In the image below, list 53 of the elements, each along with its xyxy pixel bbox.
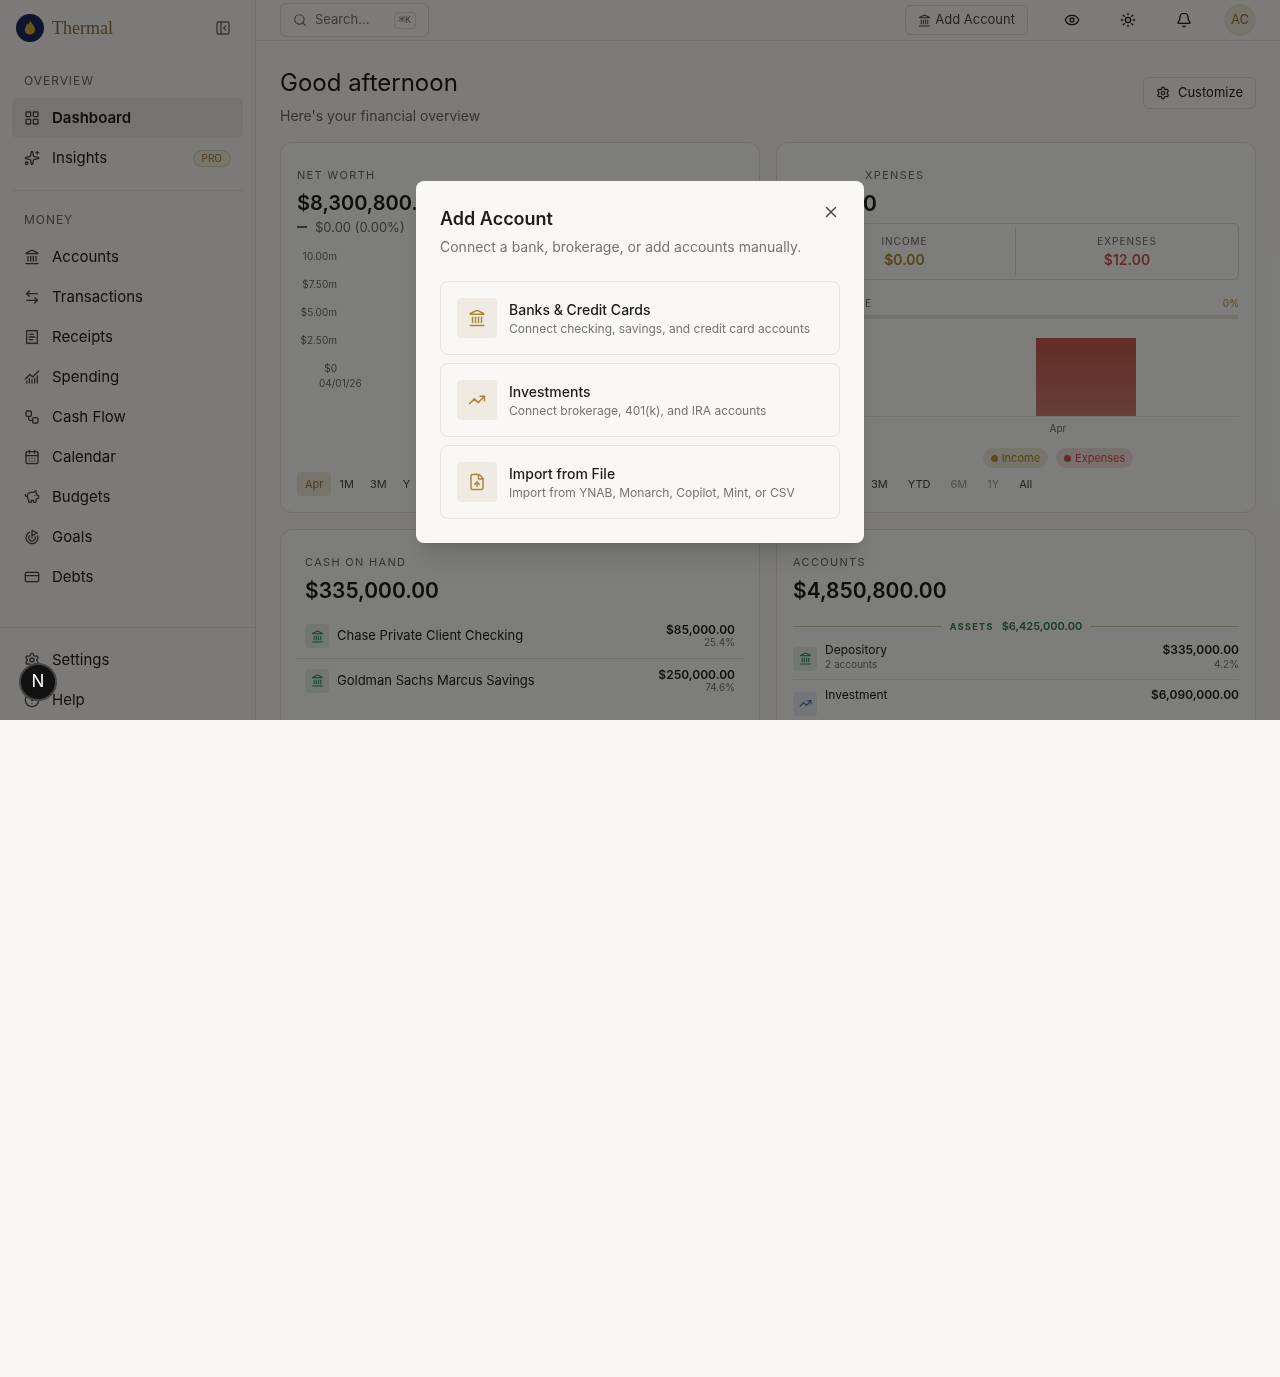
axis-label: $2.50m [300,333,337,348]
account-amount: $250,000.00 [658,668,735,681]
section-title: MONEY [23,211,75,229]
axis-label: $7.50m [302,277,337,292]
account-type: Investment [825,687,888,702]
section-title: OVERVIEW [23,72,95,90]
account-name: Chase Private Client Checking [337,626,524,646]
net-worth-value: $8,300,800. [297,189,418,217]
page-subtitle: Here's your financial overview [280,106,481,126]
option-title: Banks & Credit Cards [509,299,652,320]
card-label: ACCOUNTS [793,554,867,571]
account-amount: $6,090,000.00 [1151,687,1239,702]
expenses-label: EXPENSES [1097,233,1157,249]
account-share: 25.4% [703,636,735,648]
shortcut-key: ⌘K [393,11,416,29]
brand-name: Thermal [52,16,113,40]
option-description: Import from YNAB, Monarch, Copilot, Mint, or CSV [509,483,795,502]
card-label: NET WORTH [297,167,377,184]
option-title: Import from File [509,463,617,484]
page-title: Good afternoon [280,67,459,99]
assets-value: $6,425,000.00 [1001,618,1083,635]
account-name: Goldman Sachs Marcus Savings [337,670,535,690]
income-label: INCOME [881,233,928,249]
legend-chip: Expenses [1056,448,1134,468]
option-description: Connect checking, savings, and credit card accounts [509,319,811,338]
dialog-title: Add Account [440,207,553,231]
axis-label: 10.00m [301,249,337,264]
assets-label: ASSETS [949,619,994,633]
axis-label: $5.00m [300,305,337,320]
legend-chip: Income [982,448,1049,468]
rate-label: E [865,296,872,311]
account-count: 2 accounts [825,657,879,671]
account-share: 4.2% [1214,656,1239,671]
accounts-value: $4,850,800.00 [793,576,948,605]
pro-badge: PRO [192,149,231,167]
option-description: Connect brokerage, 401(k), and IRA accounts [509,401,767,420]
expenses-value: $12.00 [1103,249,1151,270]
income-value: $0.00 [884,249,925,270]
axis-label: 04/01/26 [319,376,362,391]
option-title: Investments [509,381,592,402]
card-label: XPENSES [865,167,925,184]
account-type: Depository [825,642,887,657]
account-share: 74.6% [705,680,735,693]
change-text: $0.00 (0.00%) [315,217,405,237]
dialog-subtitle: Connect a bank, brokerage, or add accounts manually. [440,237,803,257]
rate-value: 0% [1222,296,1239,311]
card-label: CASH ON HAND [304,554,408,571]
axis-label: $0 [324,361,337,376]
account-amount: $85,000.00 [666,624,735,636]
account-amount: $335,000.00 [1162,642,1239,657]
axis-label: Apr [1049,421,1067,436]
income-expenses-value: 0 [863,189,877,218]
cash-value: $335,000.00 [304,576,440,605]
